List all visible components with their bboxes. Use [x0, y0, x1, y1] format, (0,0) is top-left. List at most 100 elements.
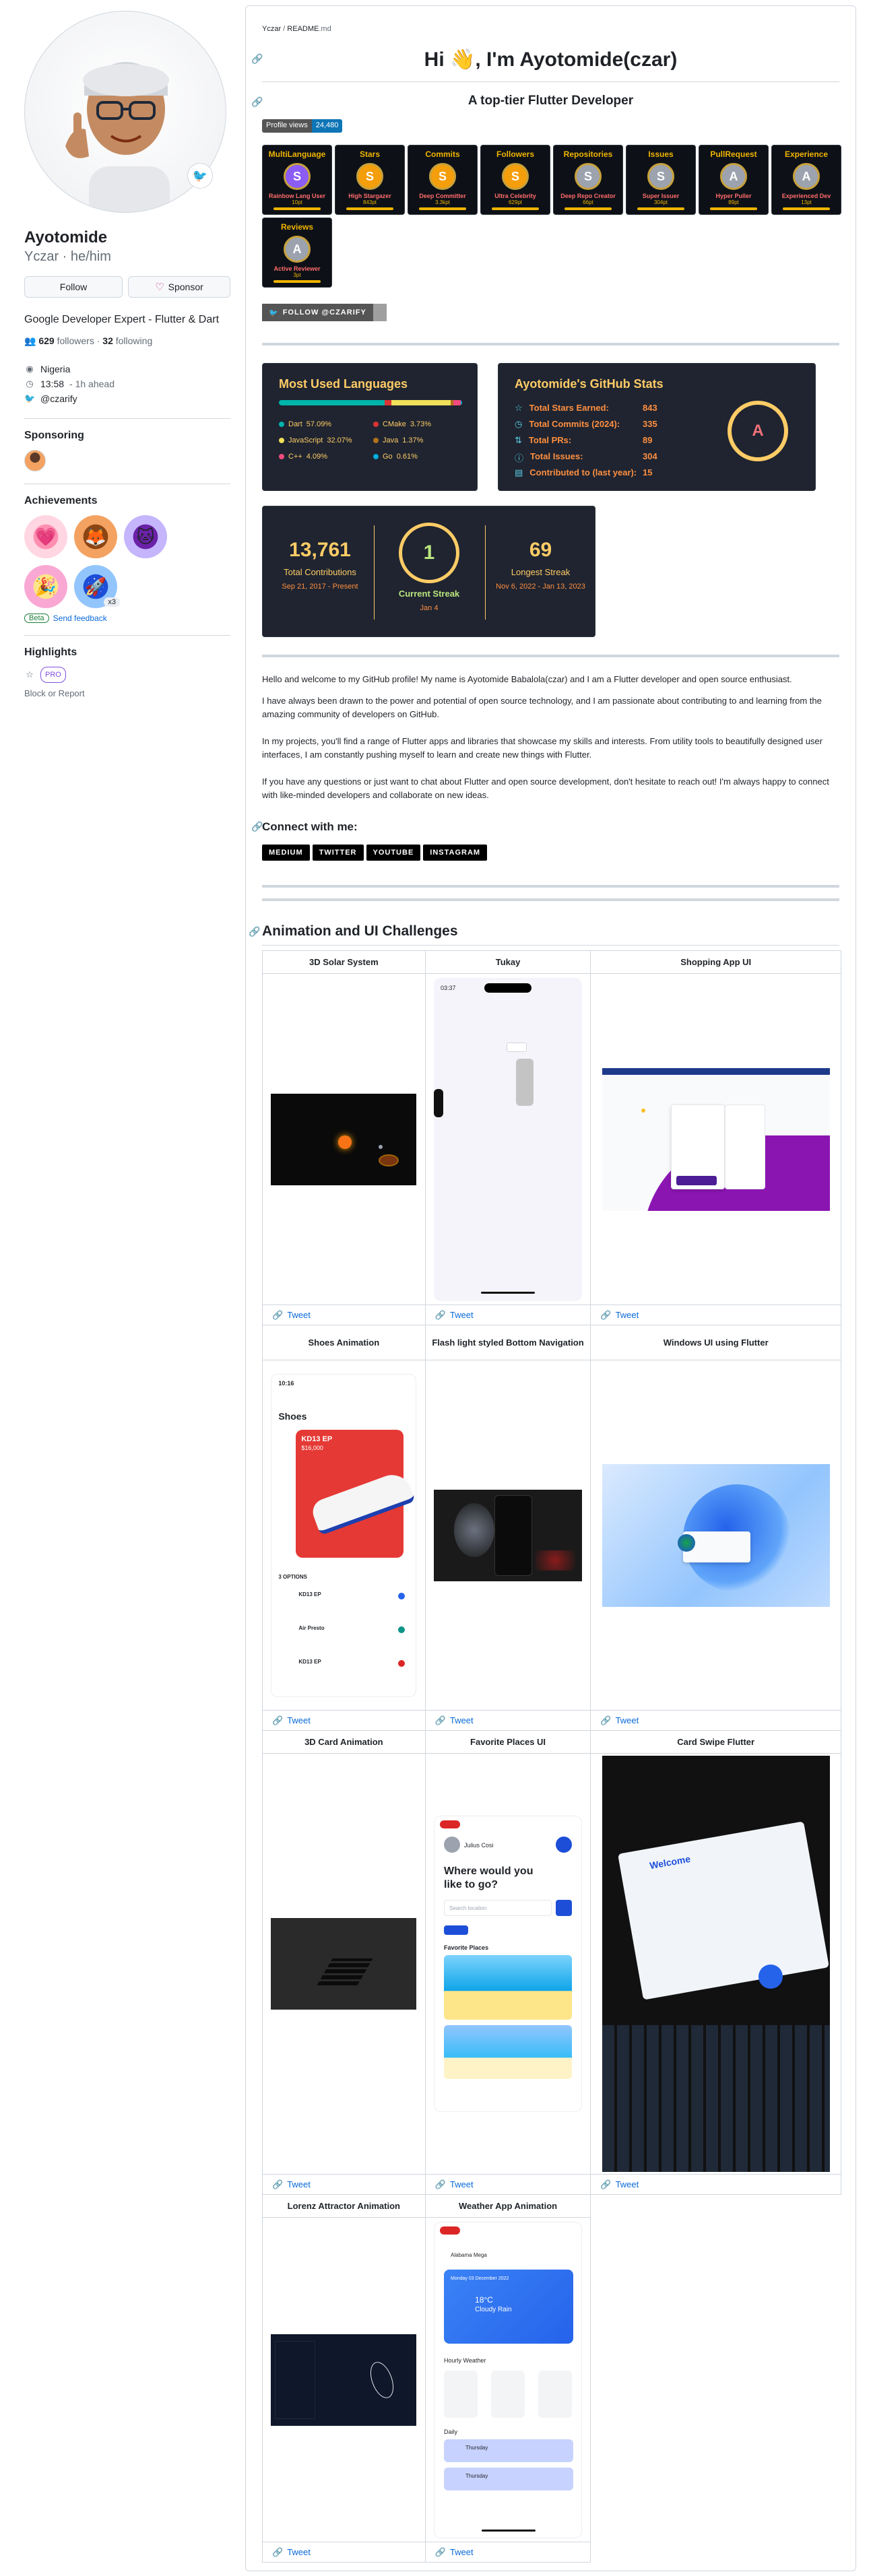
trophy-issues[interactable]: Issues S Super Issuer 304pt [626, 145, 696, 215]
twitter-handle[interactable]: @czarify [40, 391, 77, 406]
following-link[interactable]: 32 following [102, 335, 152, 346]
heart-on-sleeve-achievement-icon[interactable]: 💗 [24, 515, 67, 558]
current-streak-date: Jan 4 [420, 604, 439, 612]
pull-shark-achievement-icon[interactable]: 🐱 [124, 515, 167, 558]
stat-label: Total Issues: [530, 451, 583, 461]
total-contributions-range: Sep 21, 2017 - Present [282, 583, 358, 591]
heading-link-icon[interactable]: 🔗 [251, 821, 263, 832]
shopping-app-preview-image[interactable] [602, 1067, 830, 1211]
stat-row: ▤ Contributed to (last year): 15 [515, 467, 690, 478]
twitter-item[interactable]: 🐦 @czarify [24, 391, 230, 406]
language-dot [279, 454, 284, 459]
sponsored-user-avatar[interactable] [24, 450, 46, 471]
stat-value: 304 [643, 451, 657, 461]
tweet-link[interactable]: Tweet [450, 1310, 474, 1320]
stats-grade: A [752, 422, 764, 440]
instagram-badge[interactable]: INSTAGRAM [423, 845, 488, 861]
yolo-achievement-icon[interactable]: 🎉 [24, 565, 67, 608]
github-trophies[interactable]: MultiLanguage S Rainbow Lang User 10pt Stars… [262, 145, 841, 288]
trophy-reviews[interactable]: Reviews A Active Reviewer 3pt [262, 218, 332, 288]
lorenz-attractor-preview-image[interactable] [271, 2334, 417, 2426]
solar-system-preview-image[interactable] [271, 1093, 417, 1185]
stat-row: ⇅ Total PRs: 89 [515, 435, 690, 446]
shoes-list-item: Air Presto [298, 1624, 325, 1631]
trophy-stars[interactable]: Stars S High Stargazer 843pt [335, 145, 405, 215]
breadcrumb-user[interactable]: Yczar [262, 25, 281, 33]
breadcrumb-file[interactable]: README [287, 25, 319, 33]
tukay-preview-image[interactable]: 03:37 [434, 977, 583, 1301]
status-emoji-button[interactable]: 🐦 [187, 163, 213, 189]
quickdraw-achievement-icon[interactable]: 🦊 [74, 515, 117, 558]
follow-badge-label: FOLLOW @CZARIFY [282, 308, 366, 317]
language-bar-segment [279, 400, 385, 405]
demos-table: 3D Solar System Tukay Shopping App UI 03… [262, 950, 841, 2563]
demo-title-cell: Lorenz Attractor Animation [262, 2194, 426, 2218]
profile-name: Ayotomide [24, 228, 108, 246]
tweet-link[interactable]: Tweet [450, 1715, 474, 1725]
stat-icon: ▤ [515, 467, 523, 477]
flash-light-nav-preview-image[interactable] [434, 1489, 583, 1581]
send-feedback-link[interactable]: Send feedback [53, 614, 107, 623]
status-emoji: 🐦 [192, 168, 208, 183]
language-bar-segment [453, 400, 461, 405]
streak-stats-card[interactable]: 13,761 Total Contributions Sep 21, 2017 … [262, 506, 595, 637]
demo-media-cell [424, 1360, 591, 1711]
sponsor-button[interactable]: ♡ Sponsor [128, 276, 230, 298]
total-contributions-label: Total Contributions [284, 567, 356, 577]
block-or-report-link[interactable]: Block or Report [24, 688, 230, 698]
weather-app-preview-image[interactable]: Alabama Mega Monday 03 December 2022 18°… [434, 2221, 583, 2538]
profile-views-badge: Profile views 24,480 [262, 119, 343, 133]
trophy-rank: A [292, 242, 302, 256]
views-label: Profile views [262, 119, 312, 133]
tweet-link[interactable]: Tweet [287, 2179, 311, 2189]
follow-twitter-badge[interactable]: 🐦 FOLLOW @CZARIFY [262, 304, 387, 321]
heading-link-icon[interactable]: 🔗 [249, 926, 260, 937]
tweet-link[interactable]: Tweet [287, 1715, 311, 1725]
language-name: JavaScript [288, 436, 323, 444]
trophy-medal-icon: S [356, 163, 383, 190]
trophy-multilanguage[interactable]: MultiLanguage S Rainbow Lang User 10pt [262, 145, 332, 215]
tweet-link[interactable]: Tweet [287, 2547, 311, 2557]
stat-row: ☆ Total Stars Earned: 843 [515, 403, 690, 414]
demo-media-cell [262, 2217, 426, 2542]
trophy-subtitle: Super Issuer [642, 193, 680, 199]
windows-ui-preview-image[interactable] [602, 1463, 830, 1607]
tweet-link[interactable]: Tweet [450, 2179, 474, 2189]
tweet-link[interactable]: Tweet [616, 1310, 639, 1320]
most-used-languages-card[interactable]: Most Used Languages Dart 57.09% CMake 3.7… [262, 363, 478, 491]
sponsor-label: Sponsor [168, 282, 203, 292]
trophy-progress-bar [783, 207, 830, 210]
language-pct: 57.09% [306, 420, 332, 428]
link-icon: 🔗 [434, 2546, 446, 2557]
tweet-link[interactable]: Tweet [287, 1310, 311, 1320]
trophy-points: 13pt [801, 199, 812, 205]
trophy-followers[interactable]: Followers S Ultra Celebrity 629pt [480, 145, 550, 215]
trophy-title: Stars [359, 150, 381, 159]
weather-location: Alabama Mega [451, 2251, 487, 2258]
twitter-badge[interactable]: TWITTER [312, 845, 364, 861]
tweet-link[interactable]: Tweet [616, 2179, 639, 2189]
tweet-link[interactable]: Tweet [616, 1715, 639, 1725]
followers-link[interactable]: 629 followers [38, 335, 94, 346]
twitter-bird-icon: 🐦 [24, 393, 36, 403]
medium-badge[interactable]: MEDIUM [262, 845, 310, 861]
follow-button[interactable]: Follow [24, 276, 123, 298]
stat-value: 335 [643, 419, 657, 429]
trophy-repositories[interactable]: Repositories S Deep Repo Creator 66pt [553, 145, 623, 215]
github-stats-card[interactable]: Ayotomide's GitHub Stats ☆ Total Stars Ea… [498, 363, 816, 491]
card-swipe-preview-image[interactable]: Welcome [602, 1756, 830, 2172]
stat-value: 89 [643, 435, 653, 445]
profile-sidebar: 🐦 Ayotomide Yczar · he/him Follow ♡ Spons… [24, 11, 230, 698]
youtube-badge[interactable]: YOUTUBE [366, 845, 421, 861]
language-bar-segment [461, 400, 462, 405]
trophy-experience[interactable]: Experience A Experienced Dev 13pt [771, 145, 841, 215]
pair-extraordinaire-achievement-icon[interactable]: 🚀 x3 [74, 565, 120, 608]
demo-title-cell: Tukay [424, 950, 591, 974]
shoes-animation-preview-image[interactable]: 10:16 Shoes KD13 EP $16,000 3 OPTIONS KD… [271, 1373, 417, 1697]
3d-card-preview-image[interactable] [271, 1918, 417, 2010]
favorite-places-preview-image[interactable]: Julius Cosi Where would you like to go? … [434, 1816, 583, 2112]
longest-streak-label: Longest Streak [511, 567, 571, 577]
trophy-commits[interactable]: Commits S Deep Committer 3.3kpt [408, 145, 478, 215]
trophy-pullrequest[interactable]: PullRequest A Hyper Puller 89pt [699, 145, 769, 215]
tweet-link[interactable]: Tweet [450, 2547, 474, 2557]
